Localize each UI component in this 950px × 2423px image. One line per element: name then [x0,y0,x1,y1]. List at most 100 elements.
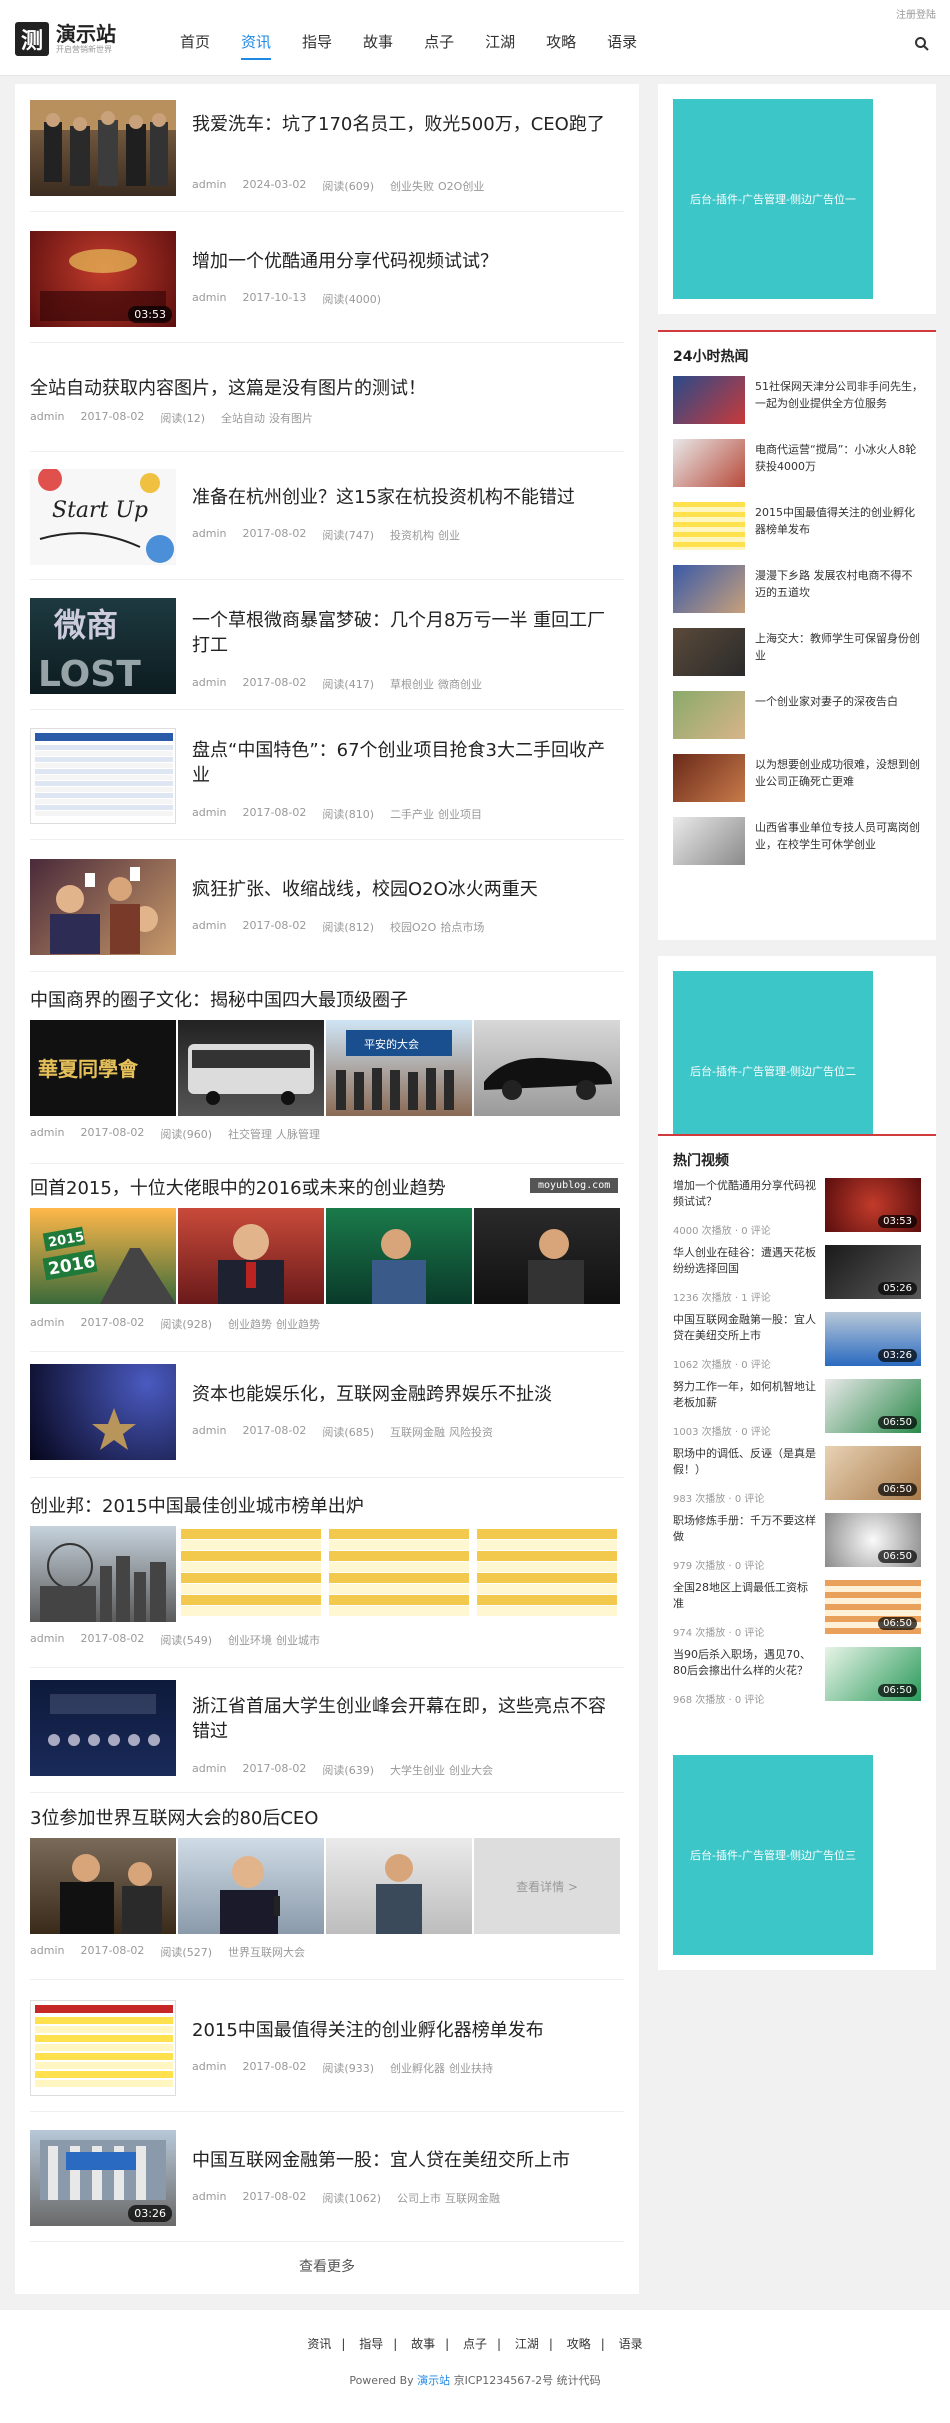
hot-news-title[interactable]: 山西省事业单位专技人员可离岗创业，在校学生可休学创业 [755,819,923,853]
post-author[interactable]: admin [30,1126,64,1142]
post-title[interactable]: 我爱洗车：坑了170名员工，败光500万，CEO跑了 [192,112,622,137]
site-logo[interactable]: 测 演示站 开启营销新世界 [15,22,116,56]
post-title[interactable]: 中国互联网金融第一股：宜人贷在美纽交所上市 [192,2148,622,2173]
post-author[interactable]: admin [192,2190,226,2206]
hot-news-item[interactable]: 以为想要创业成功很难，没想到创业公司正确死亡更难 [673,754,921,806]
post-title[interactable]: 疯狂扩张、收缩战线，校园O2O冰火两重天 [192,877,622,902]
footer-link[interactable]: 江湖 [515,2337,539,2351]
post-title[interactable]: 增加一个优酷通用分享代码视频试试？ [192,249,622,274]
post-image[interactable] [326,1838,472,1934]
video-title[interactable]: 职场中的调低、反诬（是真是假！） [673,1446,818,1478]
post-item[interactable]: 回首2015，十位大佬眼中的2016或未来的创业趋势 2015 2016 admi… [30,1176,624,1336]
video-item[interactable]: 职场中的调低、反诬（是真是假！） 983 次播放 · 0 评论 06:50 [673,1446,921,1508]
post-image[interactable] [30,1838,176,1934]
post-author[interactable]: admin [192,806,226,822]
post-image[interactable]: 華夏同學會 [30,1020,176,1116]
video-title[interactable]: 中国互联网金融第一股：宜人贷在美纽交所上市 [673,1312,818,1344]
post-item[interactable]: 盘点“中国特色”：67个创业项目抢食3大二手回收产业 admin 2017-08… [30,728,624,824]
post-thumbnail[interactable]: 03:53 [30,231,176,327]
post-author[interactable]: admin [30,410,64,426]
post-image[interactable] [30,1526,176,1622]
post-title[interactable]: 资本也能娱乐化，互联网金融跨界娱乐不扯淡 [192,1382,622,1407]
video-item[interactable]: 增加一个优酷通用分享代码视频试试？ 4000 次播放 · 0 评论 03:53 [673,1178,921,1240]
post-tag[interactable]: 创业 [438,529,460,542]
post-image-row[interactable]: 華夏同學會 平安的大会 [30,1020,622,1116]
nav-news[interactable]: 资讯 [241,30,272,60]
post-item[interactable]: Start Up 准备在杭州创业？这15家在杭投资机构不能错过 admin 20… [30,469,624,565]
post-tag[interactable]: 创业孵化器 [390,2062,445,2075]
post-tag[interactable]: 创业城市 [276,1634,320,1647]
video-title[interactable]: 职场修炼手册：千万不要这样做 [673,1513,818,1545]
hot-news-item[interactable]: 一个创业家对妻子的深夜告白 [673,691,921,743]
post-item[interactable]: 2015中国最值得关注的创业孵化器榜单发布 admin 2017-08-02 阅… [30,2000,624,2096]
post-image[interactable] [178,1526,324,1622]
footer-link[interactable]: 点子 [463,2337,487,2351]
post-image[interactable] [474,1208,620,1304]
post-tag[interactable]: 大学生创业 [390,1764,445,1777]
post-thumbnail[interactable] [30,2000,176,2096]
nav-strategy[interactable]: 攻略 [546,30,576,60]
video-title[interactable]: 华人创业在硅谷：遭遇天花板 纷纷选择回国 [673,1245,818,1277]
video-title[interactable]: 全国28地区上调最低工资标准 [673,1580,818,1612]
nav-quotes[interactable]: 语录 [607,30,637,60]
footer-link[interactable]: 攻略 [567,2337,591,2351]
see-details-button[interactable]: 查看详情 > [474,1838,620,1934]
post-image-row[interactable]: 2015 2016 [30,1208,622,1304]
post-author[interactable]: admin [30,1632,64,1648]
load-more-button[interactable]: 查看更多 [30,2256,624,2276]
post-tag[interactable]: 创业扶持 [449,2062,493,2075]
post-image[interactable]: 平安的大会 [326,1020,472,1116]
register-login-link[interactable]: 注册登陆 [896,6,936,21]
post-image-row[interactable] [30,1526,622,1622]
post-tag[interactable]: 社交管理 [228,1128,272,1141]
post-item[interactable]: 03:26 中国互联网金融第一股：宜人贷在美纽交所上市 admin 2017-0… [30,2130,624,2226]
post-item[interactable]: 03:53 增加一个优酷通用分享代码视频试试？ admin 2017-10-13… [30,231,624,327]
post-author[interactable]: admin [192,178,226,194]
nav-ideas[interactable]: 点子 [424,30,454,60]
post-item[interactable]: 3位参加世界互联网大会的80后CEO 查看详情 > admin 2017-08-… [30,1806,624,1966]
video-title[interactable]: 当90后杀入职场，遇见70、80后会擦出什么样的火花？ [673,1647,818,1679]
post-item[interactable]: 我爱洗车：坑了170名员工，败光500万，CEO跑了 admin 2024-03… [30,100,624,196]
post-tag[interactable]: 世界互联网大会 [228,1946,305,1959]
post-item[interactable]: 微商 LOST 一个草根微商暴富梦破：几个月8万亏一半 重回工厂打工 admin … [30,598,624,694]
post-title[interactable]: 中国商界的圈子文化：揭秘中国四大最顶级圈子 [30,988,408,1013]
hot-news-title[interactable]: 漫漫下乡路 发展农村电商不得不迈的五道坎 [755,567,923,601]
video-item[interactable]: 全国28地区上调最低工资标准 974 次播放 · 0 评论 06:50 [673,1580,921,1642]
post-author[interactable]: admin [192,1424,226,1440]
post-image[interactable] [326,1526,472,1622]
sidebar-ad-1[interactable]: 后台-插件-广告管理-侧边广告位一 [658,84,936,314]
nav-jianghu[interactable]: 江湖 [485,30,515,60]
video-item[interactable]: 中国互联网金融第一股：宜人贷在美纽交所上市 1062 次播放 · 0 评论 03:2… [673,1312,921,1374]
hot-news-title[interactable]: 2015中国最值得关注的创业孵化器榜单发布 [755,504,923,538]
post-image[interactable] [326,1208,472,1304]
video-title[interactable]: 努力工作一年，如何机智地让老板加薪 [673,1379,818,1411]
post-tag[interactable]: 创业大会 [449,1764,493,1777]
post-title[interactable]: 回首2015，十位大佬眼中的2016或未来的创业趋势 [30,1176,446,1201]
post-tag[interactable]: 微商创业 [438,678,482,691]
post-tag[interactable]: 风险投资 [449,1426,493,1439]
hot-news-item[interactable]: 电商代运营“搅局”：小冰火人8轮获投4000万 [673,439,921,491]
post-title[interactable]: 一个草根微商暴富梦破：几个月8万亏一半 重回工厂打工 [192,608,622,658]
post-tag[interactable]: 创业趋势 [276,1318,320,1331]
hot-news-title[interactable]: 电商代运营“搅局”：小冰火人8轮获投4000万 [755,441,923,475]
post-title[interactable]: 3位参加世界互联网大会的80后CEO [30,1806,318,1831]
post-image[interactable]: 2015 2016 [30,1208,176,1304]
post-author[interactable]: admin [192,2060,226,2076]
post-thumbnail[interactable]: 微商 LOST [30,598,176,694]
post-image[interactable] [474,1526,620,1622]
hot-news-title[interactable]: 上海交大：教师学生可保留身份创业 [755,630,923,664]
nav-story[interactable]: 故事 [363,30,393,60]
post-image[interactable] [178,1208,324,1304]
post-thumbnail[interactable]: 03:26 [30,2130,176,2226]
post-tag[interactable]: 没有图片 [269,412,313,425]
nav-home[interactable]: 首页 [180,30,210,60]
post-tag[interactable]: 创业失败 [390,180,434,193]
post-tag[interactable]: 投资机构 [390,529,434,542]
icp-number[interactable]: 京ICP1234567-2号 统计代码 [454,2374,601,2387]
post-tag[interactable]: 互联网金融 [390,1426,445,1439]
post-image[interactable] [178,1020,324,1116]
hot-news-title[interactable]: 一个创业家对妻子的深夜告白 [755,693,923,710]
post-tag[interactable]: 公司上市 [397,2192,441,2205]
post-author[interactable]: admin [192,919,226,935]
post-author[interactable]: admin [192,527,226,543]
